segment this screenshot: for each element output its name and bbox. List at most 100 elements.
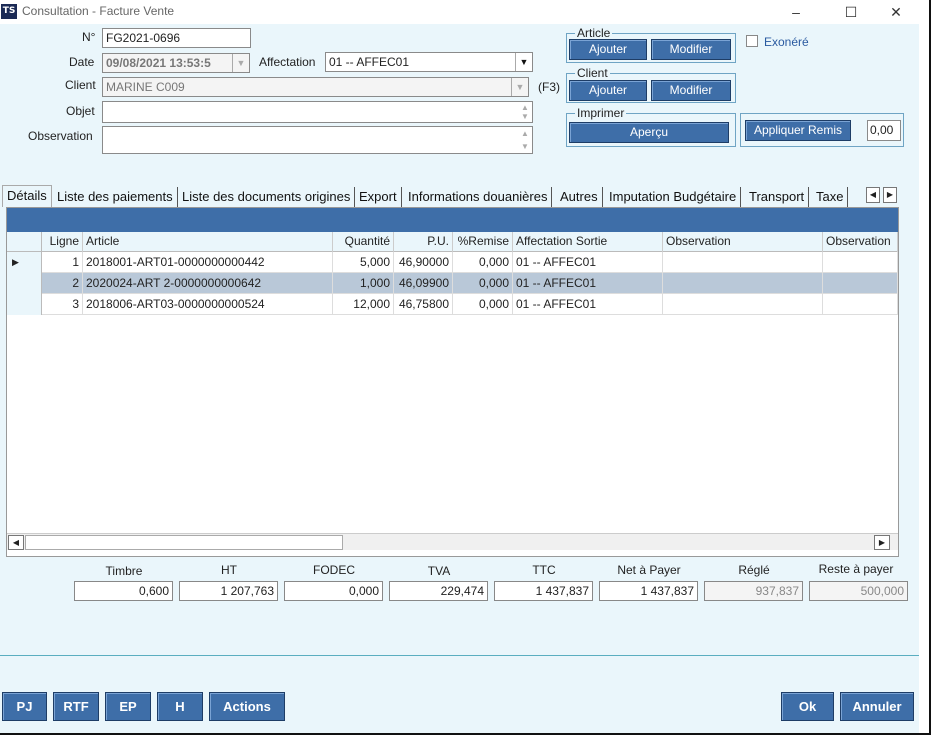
cell-observation-2[interactable] (823, 294, 898, 315)
header-quantite[interactable]: Quantité (333, 232, 394, 252)
imprimer-group-title: Imprimer (575, 106, 627, 120)
maximize-icon[interactable]: ☐ (839, 2, 863, 22)
cell-ligne[interactable]: 2 (42, 273, 83, 294)
header-affectation-sortie[interactable]: Affectation Sortie (513, 232, 663, 252)
table-row[interactable]: 2 2020024-ART 2-0000000000642 1,000 46,0… (7, 273, 898, 294)
minimize-icon[interactable]: – (784, 2, 808, 22)
horizontal-scrollbar[interactable]: ◀ ▶ (7, 533, 898, 550)
chevron-down-icon[interactable]: ▼ (511, 78, 528, 96)
cell-quantite[interactable]: 1,000 (333, 273, 394, 294)
cell-remise[interactable]: 0,000 (453, 252, 513, 273)
cell-remise[interactable]: 0,000 (453, 273, 513, 294)
article-group: Article Ajouter Modifier (566, 26, 736, 63)
cell-article[interactable]: 2018001-ART01-0000000000442 (83, 252, 333, 273)
net-a-payer-value: 1 437,837 (599, 581, 698, 601)
header-article[interactable]: Article (83, 232, 333, 252)
tab-taxe[interactable]: Taxe (812, 187, 849, 207)
affectation-value: 01 -- AFFEC01 (329, 55, 410, 69)
cell-affectation[interactable]: 01 -- AFFEC01 (513, 273, 663, 294)
apply-remise-button[interactable]: Appliquer Remis (745, 120, 851, 141)
ok-button[interactable]: Ok (781, 692, 834, 721)
header-pu[interactable]: P.U. (394, 232, 453, 252)
tab-export[interactable]: Export (355, 187, 402, 207)
cell-ligne[interactable]: 3 (42, 294, 83, 315)
cell-quantite[interactable]: 5,000 (333, 252, 394, 273)
numero-field[interactable]: FG2021-0696 (102, 28, 251, 48)
observation-label: Observation (28, 129, 93, 143)
scrollbar-thumb[interactable] (25, 535, 343, 550)
cell-affectation[interactable]: 01 -- AFFEC01 (513, 294, 663, 315)
row-header[interactable] (7, 294, 42, 315)
tab-paiements[interactable]: Liste des paiements (53, 187, 178, 207)
close-icon[interactable]: ✕ (884, 2, 908, 22)
numero-label: N° (82, 30, 96, 44)
objet-field[interactable]: ▲ ▼ (102, 101, 533, 123)
cell-pu[interactable]: 46,75800 (394, 294, 453, 315)
ht-label: HT (221, 563, 237, 577)
pj-button[interactable]: PJ (2, 692, 47, 721)
observation-field[interactable]: ▲ ▼ (102, 126, 533, 154)
date-label: Date (69, 55, 95, 69)
header-observation[interactable]: Observation (663, 232, 823, 252)
article-edit-button[interactable]: Modifier (651, 39, 731, 60)
cell-pu[interactable]: 46,90000 (394, 252, 453, 273)
cell-observation[interactable] (663, 294, 823, 315)
client-add-button[interactable]: Ajouter (569, 80, 647, 101)
client-select[interactable]: MARINE C009 ▼ (102, 77, 529, 97)
header-ligne[interactable]: Ligne (42, 232, 83, 252)
article-add-button[interactable]: Ajouter (569, 39, 647, 60)
actions-button[interactable]: Actions (209, 692, 285, 721)
cell-pu[interactable]: 46,09900 (394, 273, 453, 294)
cell-affectation[interactable]: 01 -- AFFEC01 (513, 252, 663, 273)
tab-scroll-left-icon[interactable]: ◀ (866, 187, 880, 203)
tab-bar: Détails Liste des paiements Liste des do… (0, 185, 902, 207)
scroll-right-icon[interactable]: ▶ (874, 535, 890, 550)
tab-autres[interactable]: Autres (556, 187, 603, 207)
cell-observation-2[interactable] (823, 273, 898, 294)
cell-article[interactable]: 2018006-ART03-0000000000524 (83, 294, 333, 315)
scroll-up-icon[interactable]: ▲ (518, 128, 532, 140)
tab-transport[interactable]: Transport (745, 187, 810, 207)
tab-scroll-right-icon[interactable]: ▶ (883, 187, 897, 203)
cell-article[interactable]: 2020024-ART 2-0000000000642 (83, 273, 333, 294)
tab-imputation-budgetaire[interactable]: Imputation Budgétaire (605, 187, 742, 207)
cell-remise[interactable]: 0,000 (453, 294, 513, 315)
h-button[interactable]: H (157, 692, 203, 721)
apercu-button[interactable]: Aperçu (569, 122, 729, 143)
client-group-title: Client (575, 66, 610, 80)
tab-informations-douanieres[interactable]: Informations douanières (404, 187, 553, 207)
cell-observation-2[interactable] (823, 252, 898, 273)
current-row-indicator-icon[interactable]: ▶ (7, 252, 42, 273)
cell-quantite[interactable]: 12,000 (333, 294, 394, 315)
chevron-down-icon[interactable]: ▼ (232, 54, 249, 72)
net-a-payer-label: Net à Payer (617, 563, 681, 577)
exonere-checkbox[interactable] (746, 35, 758, 47)
row-header[interactable] (7, 273, 42, 294)
cell-observation[interactable] (663, 273, 823, 294)
date-field[interactable]: 09/08/2021 13:53:5 ▼ (102, 53, 250, 73)
cell-observation[interactable] (663, 252, 823, 273)
header-observation-2[interactable]: Observation (823, 232, 898, 252)
tab-documents-origines[interactable]: Liste des documents origines (178, 187, 356, 207)
table-row[interactable]: 3 2018006-ART03-0000000000524 12,000 46,… (7, 294, 898, 315)
scroll-left-icon[interactable]: ◀ (8, 535, 24, 550)
window-border (919, 24, 929, 733)
scroll-down-icon[interactable]: ▼ (518, 141, 532, 153)
rtf-button[interactable]: RTF (53, 692, 99, 721)
affectation-select[interactable]: 01 -- AFFEC01 ▼ (325, 52, 533, 72)
header-remise[interactable]: %Remise (453, 232, 513, 252)
ep-button[interactable]: EP (105, 692, 151, 721)
remise-field[interactable]: 0,00 (867, 120, 901, 141)
client-edit-button[interactable]: Modifier (651, 80, 731, 101)
window-title: Consultation - Facture Vente (22, 4, 175, 18)
cell-ligne[interactable]: 1 (42, 252, 83, 273)
table-row[interactable]: ▶ 1 2018001-ART01-0000000000442 5,000 46… (7, 252, 898, 273)
tab-details[interactable]: Détails (2, 185, 52, 207)
tva-label: TVA (427, 564, 451, 578)
tva-value: 229,474 (389, 581, 488, 601)
scroll-down-icon[interactable]: ▼ (518, 111, 532, 122)
annuler-button[interactable]: Annuler (840, 692, 914, 721)
fodec-value: 0,000 (284, 581, 383, 601)
invoice-window: TS Consultation - Facture Vente – ☐ ✕ N°… (0, 0, 931, 735)
chevron-down-icon[interactable]: ▼ (515, 53, 532, 71)
